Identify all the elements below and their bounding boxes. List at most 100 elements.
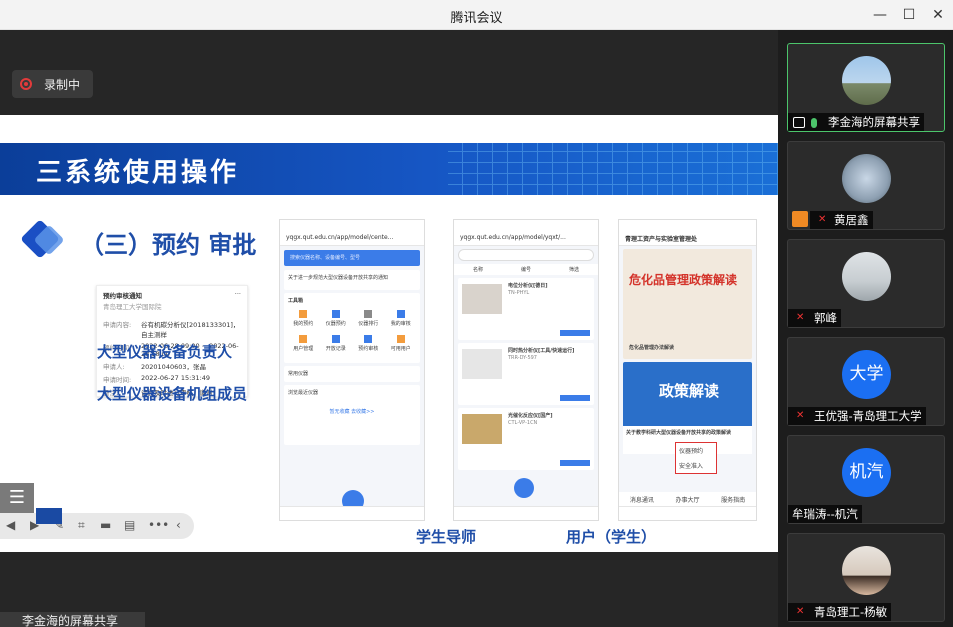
caption-tutor: 学生导师	[416, 528, 477, 546]
filter-col[interactable]: 筛选	[569, 266, 579, 273]
recording-indicator[interactable]: 录制中	[12, 70, 93, 98]
avatar	[842, 56, 891, 105]
collapse-icon[interactable]: ‹	[176, 518, 181, 532]
presentation-slide: 三系统使用操作 （三）预约 审批 预约审核通知 ··· 青岛理工大学国际院 申请内…	[0, 115, 778, 552]
participant-sidebar: 李金海的屏幕共享 黄居鑫 ✕ 郭峰 ✕ 大学 王优强-青岛理工大学 ✕ 机汽 牟…	[778, 30, 953, 627]
avatar	[842, 252, 891, 301]
minimize-button[interactable]: —	[870, 5, 890, 25]
avatar	[842, 154, 891, 203]
tool-item[interactable]: 我的预约	[288, 310, 319, 327]
news-banner: 政策解读	[659, 382, 720, 400]
more-icon[interactable]: •••	[148, 518, 169, 532]
phone-bottom-nav	[280, 506, 424, 520]
phone-search: 搜索仪器名称、设备编号、型号	[284, 250, 420, 266]
tool-item[interactable]: 预约审核	[353, 335, 384, 352]
notice-key: 申请人:	[103, 363, 125, 371]
popup-item[interactable]: 仪器预约	[679, 446, 713, 455]
participant-tile[interactable]: 青岛理工-杨敏 ✕	[787, 533, 945, 622]
phone-notice: 关于进一步规范大型仪器设备开放共享的通知	[284, 270, 420, 290]
news-banner: 危化品管理政策解读	[629, 273, 738, 287]
avatar: 大学	[842, 350, 891, 399]
annotation-toolbar: ◀ ▶ ✎ ⌗ ▬ ▤ ••• ‹	[0, 513, 194, 539]
screen-share-icon	[793, 117, 805, 128]
mic-muted-icon: ✕	[796, 606, 805, 617]
phone-url: yqgx.qut.edu.cn/app/model/yqxt/...	[454, 230, 598, 246]
tool-item[interactable]: 仪器排行	[353, 310, 384, 327]
menu-item[interactable]: 办事大厅	[675, 495, 699, 506]
back-icon[interactable]: ◀	[6, 518, 15, 532]
empty-message: 暂无收藏 去收藏>>	[329, 409, 375, 415]
avatar: 机汽	[842, 448, 891, 497]
phone-toolbox: 工具箱 我的预约 仪器预约 仪器排行 我的审核 用户管理 开放记录 预约审核 可…	[284, 293, 420, 363]
news-card[interactable]: 危化品管理政策解读 危化品管理办法解读	[623, 249, 752, 359]
slide-banner: 三系统使用操作	[0, 143, 778, 195]
notice-value: 谷有机碳分析仪[2018133301]，自主测样	[141, 321, 240, 339]
window-title: 腾讯会议	[450, 11, 503, 26]
participant-tile[interactable]: 大学 王优强-青岛理工大学 ✕	[787, 337, 945, 426]
news-card[interactable]: 政策解读 关于教学科研大型仪器设备开放共享的政策解读	[623, 362, 752, 454]
toolbox-title: 工具箱	[288, 298, 304, 304]
circuit-pattern	[448, 143, 778, 195]
slide-subheading: （三）预约 审批	[80, 231, 257, 259]
slide-thumbnail	[36, 508, 62, 524]
record-icon	[20, 78, 32, 90]
more-icon: ···	[234, 290, 241, 298]
mic-muted-icon: ✕	[796, 312, 805, 323]
menu-item[interactable]: 服务指南	[721, 495, 745, 506]
slide-heading: 三系统使用操作	[36, 158, 240, 188]
section-title: 浏览最近仪器	[288, 390, 319, 396]
instrument-item[interactable]: 光催化反应仪[国产] CTL-VP-1CN	[458, 408, 594, 470]
chat-icon[interactable]: ▤	[124, 518, 135, 532]
participant-tile[interactable]: 郭峰 ✕	[787, 239, 945, 328]
popup-item[interactable]: 安全准入	[679, 461, 713, 470]
phone-section: 常用仪器	[284, 366, 420, 382]
phone-search[interactable]	[458, 249, 594, 261]
popup-menu: 仪器预约 安全准入	[675, 442, 717, 474]
menu-icon[interactable]: ☰	[0, 483, 34, 513]
camera-icon[interactable]: ▬	[100, 518, 111, 532]
share-name-label: 李金海的屏幕共享	[0, 612, 145, 627]
instrument-item[interactable]: 同时热分析仪[工具/快速运行] TRR-DY-597	[458, 343, 594, 405]
shared-screen: 录制中 三系统使用操作 （三）预约 审批 预约审核通知 ··· 青岛理工大学国际院…	[0, 30, 778, 627]
mic-muted-icon: ✕	[796, 410, 805, 421]
avatar	[842, 546, 891, 595]
notice-value: 20201040603，张晶	[141, 363, 206, 371]
phone-screenshot-tutor: yqgx.qut.edu.cn/app/model/yqxt/... 名称 编号…	[453, 219, 599, 521]
participant-tile[interactable]: 机汽 牟瑞涛--机汽	[787, 435, 945, 524]
phone-bottom-nav	[619, 506, 756, 520]
mic-muted-icon: ✕	[818, 214, 827, 225]
phone-title: 青理工资产与实验室管理处	[619, 230, 756, 246]
tool-item[interactable]: 我的审核	[386, 310, 417, 327]
tool-item[interactable]: 用户管理	[288, 335, 319, 352]
screenshot-icon[interactable]: ⌗	[78, 518, 85, 533]
mic-active-icon	[811, 118, 817, 128]
role-label: 大型仪器设备负责人	[97, 343, 233, 361]
news-title: 危化品管理办法解读	[629, 345, 675, 351]
home-fab-icon[interactable]	[514, 478, 534, 498]
participant-name: 李金海的屏幕共享	[788, 113, 924, 131]
notice-org: 青岛理工大学国际院	[103, 303, 162, 311]
maximize-button[interactable]: ☐	[899, 5, 919, 25]
role-label: 大型仪器设备机组成员	[97, 385, 248, 403]
close-button[interactable]: ✕	[928, 5, 948, 25]
notice-key: 申请内容:	[103, 321, 132, 329]
phone-bottom-nav	[454, 506, 598, 520]
tool-item[interactable]: 开放记录	[321, 335, 352, 352]
recording-label: 录制中	[44, 78, 81, 92]
participant-name: 牟瑞涛--机汽	[788, 505, 862, 523]
participant-tile[interactable]: 黄居鑫 ✕	[787, 141, 945, 230]
filter-col[interactable]: 名称	[473, 266, 483, 273]
caption-student: 用户（学生）	[566, 528, 657, 546]
menu-item[interactable]: 消息通讯	[630, 495, 654, 506]
filter-col[interactable]: 编号	[521, 266, 531, 273]
title-bar: 腾讯会议 — ☐ ✕	[0, 0, 953, 30]
tool-item[interactable]: 可用用户	[386, 335, 417, 352]
phone-screenshot-admin: yqgx.qut.edu.cn/app/model/cente... 搜索仪器名…	[279, 219, 425, 521]
participant-name: 王优强-青岛理工大学	[788, 407, 926, 425]
phone-section: 浏览最近仪器 暂无收藏 去收藏>>	[284, 385, 420, 445]
tool-item[interactable]: 仪器预约	[321, 310, 352, 327]
user-icon	[792, 211, 808, 227]
instrument-item[interactable]: 电位分析仪[德日] TN-PHYL	[458, 278, 594, 340]
participant-tile[interactable]: 李金海的屏幕共享	[787, 43, 945, 132]
phone-url: yqgx.qut.edu.cn/app/model/cente...	[280, 230, 424, 246]
